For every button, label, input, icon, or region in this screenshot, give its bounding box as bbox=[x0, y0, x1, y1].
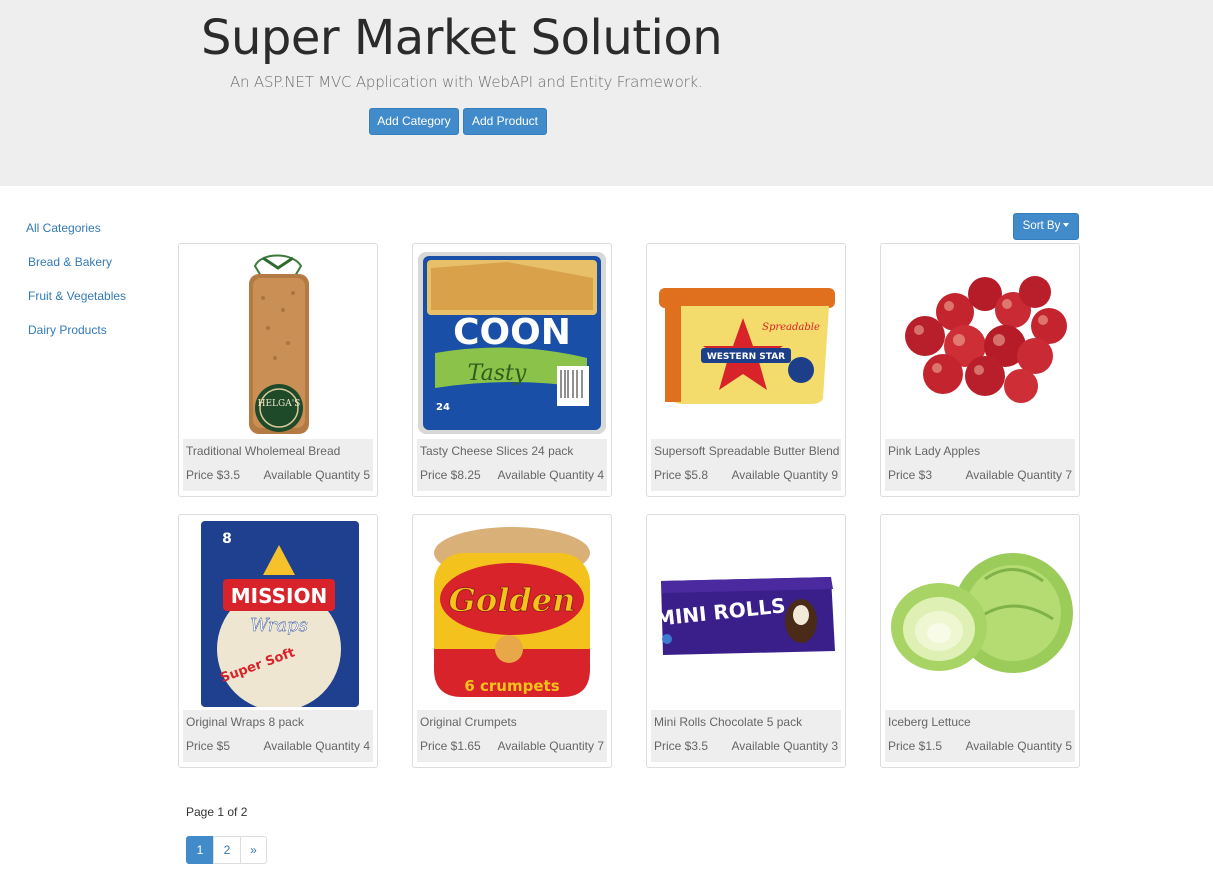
cheese-count-text: 24 bbox=[436, 402, 450, 413]
product-price: Price $5 bbox=[186, 739, 231, 753]
product-quantity: Available Quantity 9 bbox=[731, 468, 838, 482]
product-quantity: Available Quantity 7 bbox=[965, 468, 1072, 482]
product-info: Tasty Cheese Slices 24 pack Price $8.25 … bbox=[417, 439, 607, 491]
sidebar-item-dairy-products[interactable]: Dairy Products bbox=[20, 320, 160, 354]
product-name: Iceberg Lettuce bbox=[888, 715, 971, 729]
add-category-button[interactable]: Add Category bbox=[369, 108, 459, 135]
product-card[interactable]: Golden 6 crumpets Original Crumpets Pric… bbox=[412, 514, 612, 768]
wraps-brand-text: MISSION bbox=[231, 584, 327, 608]
product-info: Original Wraps 8 pack Price $5 Available… bbox=[183, 710, 373, 762]
page-info: Page 1 of 2 bbox=[186, 805, 248, 819]
product-info: Iceberg Lettuce Price $1.5 Available Qua… bbox=[885, 710, 1075, 762]
product-card[interactable]: HELGA'S Traditional Wholemeal Bread Pric… bbox=[178, 243, 378, 497]
product-name: Original Wraps 8 pack bbox=[186, 715, 304, 729]
cheese-slices-image: COON Tasty 24 bbox=[417, 248, 607, 436]
product-card[interactable]: Iceberg Lettuce Price $1.5 Available Qua… bbox=[880, 514, 1080, 768]
product-price: Price $8.25 bbox=[420, 468, 481, 482]
product-grid: HELGA'S Traditional Wholemeal Bread Pric… bbox=[178, 243, 1080, 768]
product-info: Supersoft Spreadable Butter Blend Price … bbox=[651, 439, 841, 491]
product-name: Supersoft Spreadable Butter Blend bbox=[654, 444, 840, 458]
bread-brand-text: HELGA'S bbox=[258, 399, 301, 409]
sort-by-button[interactable]: Sort By bbox=[1013, 213, 1079, 240]
crumpets-pack-image: Golden 6 crumpets bbox=[417, 519, 607, 707]
crumpets-brand-text: Golden bbox=[449, 581, 576, 619]
cheese-variant-text: Tasty bbox=[468, 361, 527, 386]
svg-text:8: 8 bbox=[222, 531, 232, 547]
product-info: Original Crumpets Price $1.65 Available … bbox=[417, 710, 607, 762]
bread-loaf-image: HELGA'S bbox=[183, 248, 373, 436]
product-quantity: Available Quantity 4 bbox=[263, 739, 370, 753]
product-card[interactable]: WESTERN STAR Spreadable Supersoft Spread… bbox=[646, 243, 846, 497]
product-name: Traditional Wholemeal Bread bbox=[186, 444, 341, 458]
product-info: Pink Lady Apples Price $3 Available Quan… bbox=[885, 439, 1075, 491]
product-name: Mini Rolls Chocolate 5 pack bbox=[654, 715, 803, 729]
sidebar-item-fruit-vegetables[interactable]: Fruit & Vegetables bbox=[20, 286, 160, 320]
page-link-2[interactable]: 2 bbox=[213, 836, 241, 864]
product-price: Price $3.5 bbox=[186, 468, 241, 482]
product-info: Mini Rolls Chocolate 5 pack Price $3.5 A… bbox=[651, 710, 841, 762]
pagination: 1 2 » bbox=[186, 836, 267, 864]
product-name: Original Crumpets bbox=[420, 715, 517, 729]
product-quantity: Available Quantity 5 bbox=[965, 739, 1072, 753]
caret-down-icon bbox=[1063, 222, 1070, 227]
product-info: Traditional Wholemeal Bread Price $3.5 A… bbox=[183, 439, 373, 491]
category-sidebar: All Categories Bread & Bakery Fruit & Ve… bbox=[20, 218, 160, 354]
product-card[interactable]: MINI ROLLS Mini Rolls Chocolate 5 pack P… bbox=[646, 514, 846, 768]
product-quantity: Available Quantity 7 bbox=[497, 739, 604, 753]
butter-tub-image: WESTERN STAR Spreadable bbox=[651, 248, 841, 436]
add-product-button[interactable]: Add Product bbox=[463, 108, 547, 135]
sidebar-item-bread-bakery[interactable]: Bread & Bakery bbox=[20, 252, 160, 286]
product-quantity: Available Quantity 4 bbox=[497, 468, 604, 482]
product-name: Pink Lady Apples bbox=[888, 444, 981, 458]
butter-brand-text: WESTERN STAR bbox=[707, 352, 785, 362]
page-title: Super Market Solution bbox=[201, 10, 723, 66]
product-price: Price $1.5 bbox=[888, 739, 943, 753]
product-card[interactable]: Pink Lady Apples Price $3 Available Quan… bbox=[880, 243, 1080, 497]
crumpets-count-text: 6 crumpets bbox=[464, 677, 559, 695]
butter-tag-text: Spreadable bbox=[762, 322, 820, 333]
sidebar-item-all-categories[interactable]: All Categories bbox=[20, 218, 160, 252]
product-price: Price $5.8 bbox=[654, 468, 709, 482]
product-card[interactable]: COON Tasty 24 Tasty Cheese Slices 24 pac… bbox=[412, 243, 612, 497]
product-price: Price $1.65 bbox=[420, 739, 481, 753]
product-name: Tasty Cheese Slices 24 pack bbox=[420, 444, 574, 458]
product-price: Price $3.5 bbox=[654, 739, 709, 753]
wraps-variant-text: Wraps bbox=[250, 615, 308, 636]
page-next-button[interactable]: » bbox=[240, 836, 267, 864]
header-banner: Super Market Solution An ASP.NET MVC App… bbox=[0, 0, 1213, 186]
wraps-pack-image: MISSION Wraps Super Soft 8 bbox=[183, 519, 373, 707]
lettuce-image bbox=[885, 519, 1075, 707]
page-link-1[interactable]: 1 bbox=[186, 836, 214, 864]
product-price: Price $3 bbox=[888, 468, 933, 482]
sort-by-label: Sort By bbox=[1022, 220, 1061, 232]
page-subtitle: An ASP.NET MVC Application with WebAPI a… bbox=[230, 73, 703, 91]
product-quantity: Available Quantity 3 bbox=[731, 739, 838, 753]
cheese-brand-text: COON bbox=[453, 312, 571, 353]
product-card[interactable]: MISSION Wraps Super Soft 8 Original Wrap… bbox=[178, 514, 378, 768]
product-quantity: Available Quantity 5 bbox=[263, 468, 370, 482]
apples-image bbox=[885, 248, 1075, 436]
mini-rolls-pack-image: MINI ROLLS bbox=[651, 519, 841, 707]
